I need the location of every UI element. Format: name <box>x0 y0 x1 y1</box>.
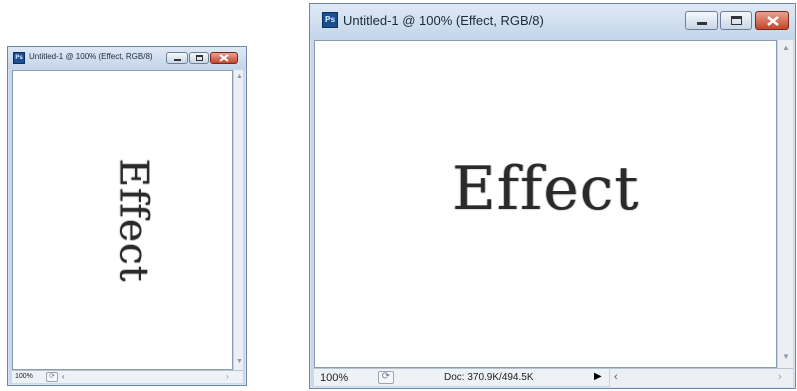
history-icon[interactable]: ⟳ <box>378 371 394 384</box>
minimize-icon <box>697 22 707 25</box>
history-icon[interactable]: ⟳ <box>46 372 58 382</box>
zoom-level[interactable]: 100% <box>15 373 33 380</box>
scroll-up-arrow-icon[interactable]: ▲ <box>782 44 790 52</box>
zoom-level[interactable]: 100% <box>320 372 348 384</box>
scroll-left-arrow-icon[interactable]: ‹ <box>62 373 65 381</box>
document-canvas[interactable]: Effect <box>314 40 777 368</box>
window-title: Untitled-1 @ 100% (Effect, RGB/8) <box>343 13 544 28</box>
close-icon <box>219 54 229 62</box>
maximize-icon <box>196 55 203 61</box>
effect-text: Effect <box>452 154 640 224</box>
right-document-window: Ps Untitled-1 @ 100% (Effect, RGB/8) Eff… <box>309 3 796 389</box>
close-button[interactable] <box>755 11 789 30</box>
left-document-window: Ps Untitled-1 @ 100% (Effect, RGB/8) Eff… <box>7 46 247 386</box>
status-menu-arrow-icon[interactable]: ▶ <box>594 372 602 382</box>
rotated-effect-text: Effect <box>110 158 156 283</box>
maximize-button[interactable] <box>720 11 752 30</box>
horizontal-scrollbar[interactable]: ‹ › <box>609 369 793 387</box>
right-title-bar[interactable]: Ps Untitled-1 @ 100% (Effect, RGB/8) <box>310 4 795 40</box>
status-bar: 100% ⟳ ‹ › <box>12 370 243 383</box>
window-title: Untitled-1 @ 100% (Effect, RGB/8) <box>29 52 153 61</box>
scroll-down-arrow-icon[interactable]: ▼ <box>236 358 243 365</box>
photoshop-icon: Ps <box>322 12 338 28</box>
minimize-button[interactable] <box>685 11 718 30</box>
maximize-button[interactable] <box>189 52 209 64</box>
photoshop-icon: Ps <box>13 52 25 64</box>
vertical-scrollbar[interactable]: ▲ ▼ <box>777 40 793 368</box>
scroll-down-arrow-icon[interactable]: ▼ <box>782 353 790 361</box>
maximize-icon <box>731 16 742 25</box>
document-size-info: Doc: 370.9K/494.5K <box>444 372 534 383</box>
close-button[interactable] <box>210 52 238 64</box>
minimize-icon <box>174 59 181 61</box>
status-bar: 100% ⟳ Doc: 370.9K/494.5K ▶ ‹ › <box>314 368 793 387</box>
scroll-right-arrow-icon[interactable]: › <box>226 373 229 381</box>
scroll-left-arrow-icon[interactable]: ‹ <box>614 372 618 383</box>
minimize-button[interactable] <box>166 52 188 64</box>
scroll-right-arrow-icon[interactable]: › <box>778 372 782 383</box>
vertical-scrollbar[interactable]: ▲ ▼ <box>233 70 243 370</box>
document-canvas[interactable]: Effect <box>12 70 233 370</box>
scroll-up-arrow-icon[interactable]: ▲ <box>236 73 243 80</box>
close-icon <box>767 15 779 27</box>
left-title-bar[interactable]: Ps Untitled-1 @ 100% (Effect, RGB/8) <box>8 47 246 69</box>
